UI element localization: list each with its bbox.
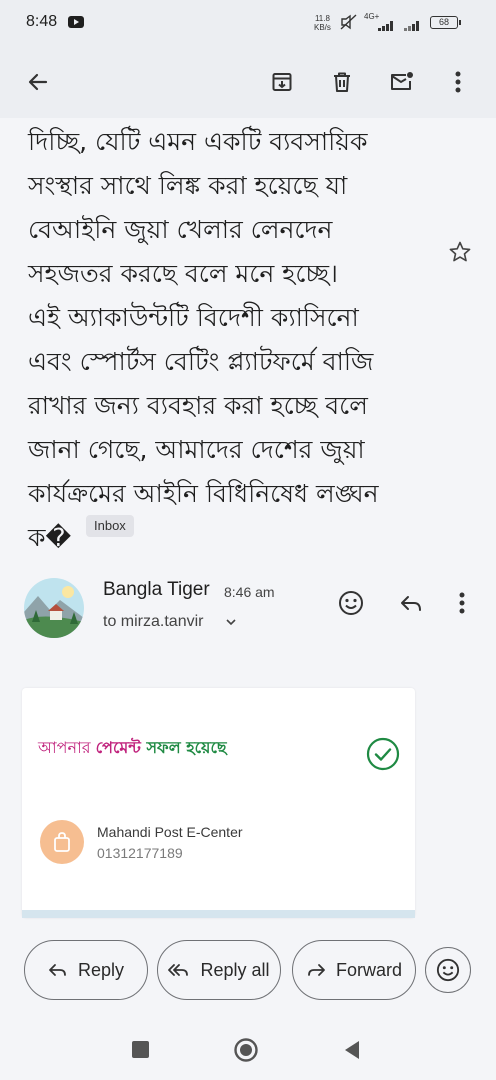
merchant-phone: 01312177189 [97,845,183,861]
reply-all-icon [168,964,189,976]
signal-strength-icon [364,21,394,31]
mute-icon [340,14,358,34]
triangle-back-icon [345,1041,359,1059]
payment-text-payment: পেমেন্ট [95,738,147,757]
delete-button[interactable] [322,62,362,102]
network-speed-unit: KB/s [314,23,331,32]
message-more-button[interactable] [442,583,482,623]
mail-unread-icon [391,72,413,90]
sender-avatar[interactable] [24,578,84,638]
reply-label: Reply [77,959,125,980]
add-reaction-button[interactable] [331,583,371,623]
check-circle-icon [366,737,400,775]
forward-button[interactable]: Forward [292,940,416,1000]
recipient-details[interactable]: to mirza.tanvir [103,613,203,631]
status-time: 8:48 [26,13,58,30]
archive-icon [272,73,292,91]
recent-apps-button[interactable] [132,1041,149,1058]
merchant-name: Mahandi Post E-Center [97,824,243,840]
battery-icon: 68 [430,16,461,29]
sender-name: Bangla Tiger [103,579,210,600]
more-options-button[interactable] [438,62,478,102]
reply-icon-button[interactable] [391,583,431,623]
reply-all-button[interactable]: Reply all [157,940,281,1000]
trash-icon [334,72,350,92]
inbox-label-chip[interactable]: Inbox [86,515,134,537]
reply-all-label: Reply all [200,959,270,980]
forward-icon [308,964,325,976]
arrow-left-icon [28,73,48,91]
forward-label: Forward [335,959,402,980]
youtube-notification-icon [68,16,84,28]
star-button[interactable] [440,232,480,272]
nav-back-button[interactable] [342,1039,362,1065]
payment-text-your: আপনার [38,738,96,757]
reply-icon [401,596,421,611]
star-icon [449,241,471,262]
payment-card [22,688,415,918]
emoji-icon [436,958,460,982]
chevron-down-icon[interactable] [224,614,238,633]
reply-icon [49,964,66,976]
payment-status-text: আপনার পেমেন্ট সফল হয়েছে [38,735,227,762]
more-vert-icon [455,71,461,93]
network-type: 4G+ [364,12,380,21]
network-speed: 11.8 KB/s [314,14,331,32]
back-button[interactable] [18,62,58,102]
sent-time: 8:46 am [224,584,275,600]
reply-button[interactable]: Reply [24,940,148,1000]
mark-unread-button[interactable] [382,62,422,102]
archive-button[interactable] [262,62,302,102]
merchant-logo [40,820,84,864]
home-circle-icon [234,1038,258,1062]
email-body-text: দিচ্ছি, যেটি এমন একটি ব্যবসায়িক সংস্থার… [28,127,379,552]
network-speed-value: 11.8 [314,14,330,23]
shopping-bag-icon [54,832,70,852]
more-vert-icon [459,592,465,614]
card-divider [22,910,415,918]
home-button[interactable] [234,1038,258,1062]
react-emoji-button[interactable] [425,947,471,993]
signal-strength-2-icon [400,21,426,31]
payment-text-success: সফল হয়েছে [146,738,227,757]
emoji-icon [339,591,363,615]
